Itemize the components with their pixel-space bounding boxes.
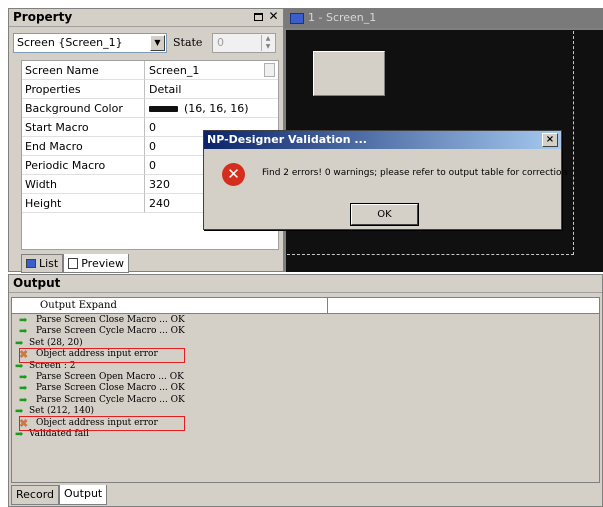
output-row-text: Parse Screen Cycle Macro ... OK: [36, 326, 185, 337]
property-value[interactable]: Detail: [145, 80, 278, 99]
close-icon[interactable]: ✕: [267, 10, 280, 24]
output-tabs: Record Output: [11, 485, 108, 505]
output-column-empty[interactable]: [328, 298, 599, 313]
dialog-close-button[interactable]: ×: [542, 133, 558, 147]
selector-row: Screen {Screen_1} ▼ State 0 ▲ ▼: [13, 33, 281, 53]
property-name: Width: [22, 175, 145, 194]
screen-name-value: Screen_1: [149, 64, 200, 77]
output-row[interactable]: ➡ Parse Screen Cycle Macro ... OK: [12, 326, 599, 337]
error-highlight-box: [19, 416, 185, 432]
output-panel-title: Output: [9, 275, 602, 293]
property-value[interactable]: (16, 16, 16): [145, 99, 278, 118]
property-panel-title: Property ✕: [9, 9, 283, 27]
screen-select-value: Screen {Screen_1}: [17, 36, 123, 49]
tab-record[interactable]: Record: [11, 485, 60, 505]
property-row[interactable]: Screen Name Screen_1: [22, 61, 278, 80]
preview-icon: [68, 257, 79, 269]
background-color-value: (16, 16, 16): [184, 102, 249, 115]
property-name: Periodic Macro: [22, 156, 145, 175]
output-row[interactable]: ➡ Parse Screen Close Macro ... OK: [12, 383, 599, 394]
dialog-message: Find 2 errors! 0 warnings; please refer …: [262, 168, 568, 178]
output-row-text: Parse Screen Close Macro ... OK: [36, 315, 185, 325]
tab-list[interactable]: List: [21, 254, 64, 273]
output-panel: Output Output Expand ➡ Parse Screen Close…: [8, 274, 603, 507]
property-value[interactable]: Screen_1: [145, 61, 278, 80]
screen-window-title[interactable]: 1 - Screen_1: [284, 8, 603, 28]
list-icon: [26, 259, 36, 268]
output-row-text: Parse Screen Open Macro ... OK: [36, 371, 184, 382]
arrow-right-icon: ➡: [19, 394, 28, 406]
dialog-title-bar[interactable]: NP-Designer Validation ... ×: [204, 131, 561, 149]
tab-list-label: List: [39, 257, 59, 270]
state-stepper[interactable]: 0 ▲ ▼: [212, 33, 276, 53]
property-name: Start Macro: [22, 118, 145, 137]
color-swatch[interactable]: [149, 106, 178, 112]
error-icon: ✕: [222, 163, 245, 186]
restore-icon[interactable]: [252, 10, 265, 24]
spin-down-icon[interactable]: ▼: [262, 43, 274, 51]
property-name: Screen Name: [22, 61, 145, 80]
property-name: Properties: [22, 80, 145, 99]
output-row-text: Parse Screen Close Macro ... OK: [36, 383, 185, 394]
property-name: End Macro: [22, 137, 145, 156]
output-header: Output Expand: [12, 298, 599, 314]
ok-button[interactable]: OK: [350, 203, 419, 226]
output-row[interactable]: ➡ Parse Screen Open Macro ... OK: [12, 372, 599, 383]
property-row[interactable]: Properties Detail: [22, 80, 278, 99]
arrow-right-icon: ➡: [19, 371, 28, 383]
state-value: 0: [217, 36, 224, 49]
arrow-right-icon: ➡: [19, 315, 28, 326]
property-tabs: List Preview: [21, 254, 130, 273]
validation-dialog: NP-Designer Validation ... × ✕ Find 2 er…: [203, 130, 567, 230]
screen-object[interactable]: [313, 51, 385, 96]
error-highlight-box: [19, 347, 185, 363]
property-title-text: Property: [13, 10, 73, 24]
value-spin-icon[interactable]: [264, 63, 275, 77]
screen-select[interactable]: Screen {Screen_1} ▼: [13, 33, 167, 53]
output-row[interactable]: ➡ Parse Screen Cycle Macro ... OK: [12, 395, 599, 406]
screen-window-title-text: 1 - Screen_1: [308, 11, 377, 24]
dialog-title: NP-Designer Validation ...: [207, 133, 367, 146]
arrow-right-icon: ➡: [19, 326, 28, 338]
tab-preview-label: Preview: [81, 256, 125, 270]
tab-output[interactable]: Output: [59, 485, 108, 505]
property-name: Height: [22, 194, 145, 213]
property-name: Background Color: [22, 99, 145, 118]
arrow-right-icon: ➡: [19, 383, 28, 395]
output-column-header[interactable]: Output Expand: [12, 298, 328, 313]
output-rows: ➡ Parse Screen Close Macro ... OK ➡ Parse S…: [12, 314, 599, 440]
screen-window-icon: [290, 12, 304, 24]
output-row-text: Parse Screen Cycle Macro ... OK: [36, 394, 185, 405]
state-label: State: [173, 36, 203, 49]
output-list[interactable]: Output Expand ➡ Parse Screen Close Macro …: [11, 297, 600, 483]
output-row[interactable]: ➡ Parse Screen Close Macro ... OK: [12, 315, 599, 326]
tab-preview[interactable]: Preview: [63, 254, 130, 273]
property-row[interactable]: Background Color (16, 16, 16): [22, 99, 278, 118]
chevron-down-icon[interactable]: ▼: [150, 35, 165, 51]
spin-up-icon[interactable]: ▲: [262, 35, 274, 43]
